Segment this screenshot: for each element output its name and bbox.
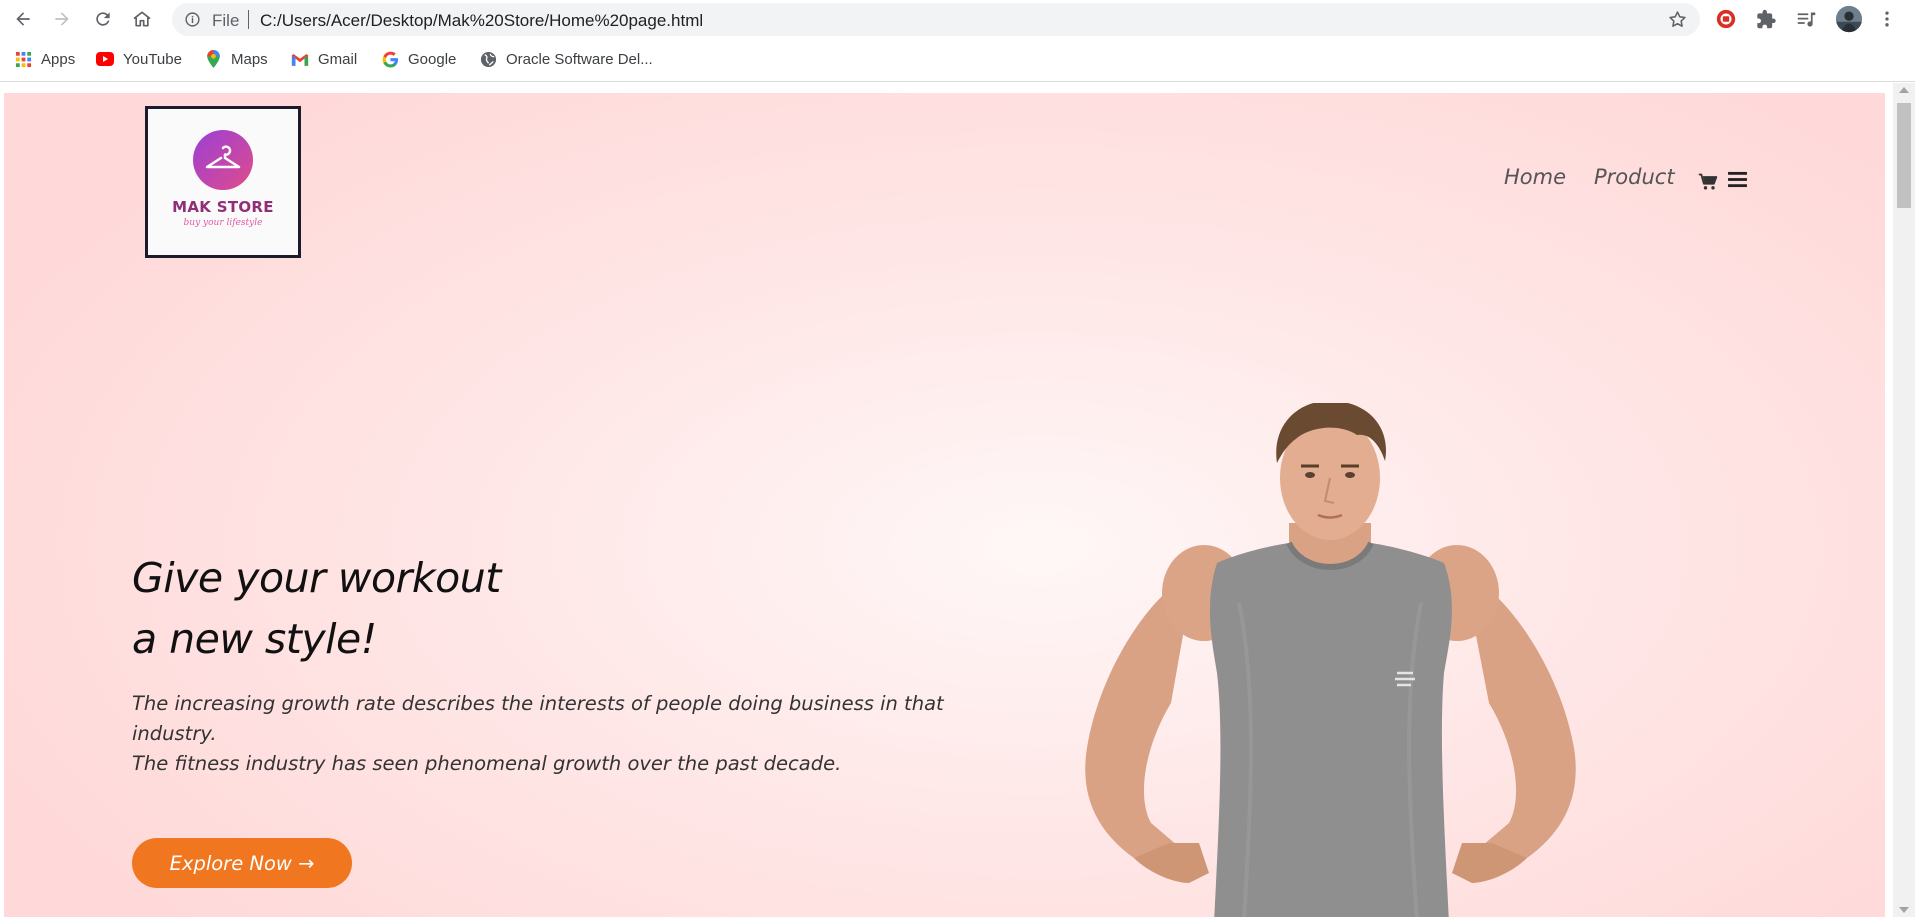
bookmark-label: YouTube (123, 50, 182, 68)
hamburger-menu-button[interactable] (1728, 171, 1747, 188)
store-logo[interactable]: MAK STORE buy your lifestyle (145, 106, 301, 258)
chrome-menu-button[interactable] (1874, 6, 1900, 32)
profile-button[interactable] (1834, 4, 1864, 34)
address-bar[interactable]: File C:/Users/Acer/Desktop/Mak%20Store/H… (172, 3, 1700, 36)
hero-description: The increasing growth rate describes the… (132, 689, 952, 779)
page-scrollbar[interactable] (1893, 83, 1915, 917)
record-extension-icon (1716, 9, 1736, 29)
bookmark-maps[interactable]: Maps (204, 48, 268, 70)
bookmark-label: Oracle Software Del... (506, 50, 653, 68)
bookmark-label: Maps (231, 50, 268, 68)
logo-tagline: buy your lifestyle (183, 218, 263, 228)
forward-arrow-icon (55, 12, 69, 26)
puzzle-icon (1756, 9, 1776, 28)
bookmark-google[interactable]: Google (381, 48, 456, 70)
bookmark-apps[interactable]: Apps (14, 48, 75, 70)
browser-toolbar: File C:/Users/Acer/Desktop/Mak%20Store/H… (0, 0, 1915, 38)
hero-title-line-2: a new style! (132, 615, 377, 663)
hamburger-menu-icon (1728, 171, 1747, 188)
star-icon[interactable] (1667, 9, 1688, 30)
youtube-icon (96, 50, 114, 68)
url-text[interactable]: C:/Users/Acer/Desktop/Mak%20Store/Home%2… (260, 11, 703, 31)
media-queue-icon (1797, 12, 1815, 27)
home-button[interactable] (127, 5, 157, 33)
hero-title: Give your workout a new style! (132, 548, 501, 670)
nav-product-link[interactable]: Product (1594, 165, 1675, 189)
apps-grid-icon (14, 50, 32, 68)
bookmarks-bar: Apps YouTube Maps Gmail Google Oracle So… (0, 38, 1915, 82)
bookmark-label: Gmail (318, 50, 358, 68)
reload-icon (96, 12, 110, 26)
hanger-logo-mark (193, 130, 253, 190)
cart-icon (1698, 173, 1718, 190)
bookmark-label: Google (408, 50, 457, 68)
maps-pin-icon (204, 50, 222, 68)
media-queue-button[interactable] (1793, 6, 1819, 32)
bookmark-label: Apps (41, 50, 76, 68)
logo-name: MAK STORE (172, 198, 274, 216)
gmail-icon (291, 50, 309, 68)
explore-now-button[interactable]: Explore Now → (132, 838, 352, 888)
hero-title-line-1: Give your workout (132, 554, 501, 602)
scroll-down-arrow-icon[interactable] (1899, 907, 1909, 913)
globe-icon (479, 50, 497, 68)
nav-home-link[interactable]: Home (1504, 165, 1566, 189)
back-arrow-icon (16, 12, 30, 26)
forward-button[interactable] (47, 5, 77, 33)
page-viewport: MAK STORE buy your lifestyle Home Produc… (4, 93, 1885, 917)
url-scheme: File (212, 11, 240, 30)
avatar (1835, 5, 1863, 33)
bookmark-gmail[interactable]: Gmail (291, 48, 357, 70)
scroll-up-arrow-icon[interactable] (1899, 87, 1909, 93)
bookmark-youtube[interactable]: YouTube (96, 48, 182, 70)
cart-button[interactable] (1698, 172, 1718, 192)
back-button[interactable] (8, 5, 38, 33)
hero-description-line-1: The increasing growth rate describes the… (132, 692, 944, 745)
scrollbar-thumb[interactable] (1897, 103, 1911, 208)
hanger-icon (205, 145, 241, 169)
info-icon[interactable] (184, 11, 201, 28)
home-icon (133, 11, 151, 27)
hero-description-line-2: The fitness industry has seen phenomenal… (132, 752, 842, 775)
reload-button[interactable] (88, 5, 118, 33)
kebab-menu-icon (1885, 11, 1889, 27)
google-icon (381, 50, 399, 68)
extensions-button[interactable] (1753, 6, 1779, 32)
record-extension-button[interactable] (1713, 6, 1739, 32)
url-divider (248, 10, 249, 29)
bookmark-oracle[interactable]: Oracle Software Del... (479, 48, 653, 70)
hero-model-image (1085, 403, 1576, 917)
